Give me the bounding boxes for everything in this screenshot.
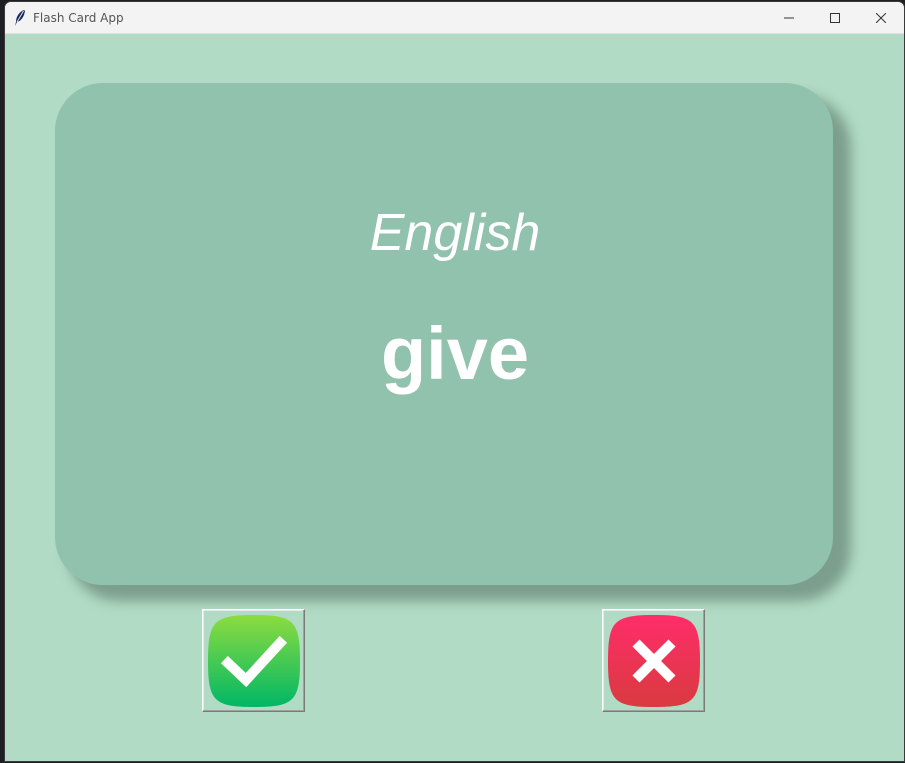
flash-card: English give bbox=[55, 83, 833, 585]
minimize-icon bbox=[784, 13, 794, 23]
close-icon bbox=[876, 12, 886, 23]
close-button[interactable] bbox=[858, 2, 904, 33]
card-language-title: English bbox=[369, 204, 541, 262]
right-answer-button[interactable] bbox=[202, 609, 305, 712]
checkmark-icon bbox=[206, 613, 302, 709]
wrong-answer-button[interactable] bbox=[602, 609, 705, 712]
minimize-button[interactable] bbox=[766, 2, 812, 33]
maximize-button[interactable] bbox=[812, 2, 858, 33]
card-word: give bbox=[380, 312, 530, 395]
maximize-icon bbox=[830, 12, 840, 23]
cross-icon bbox=[606, 613, 702, 709]
feather-icon bbox=[13, 9, 27, 27]
window-title: Flash Card App bbox=[33, 11, 124, 25]
app-window: Flash Card App English give bbox=[5, 2, 904, 761]
title-bar: Flash Card App bbox=[5, 2, 904, 34]
